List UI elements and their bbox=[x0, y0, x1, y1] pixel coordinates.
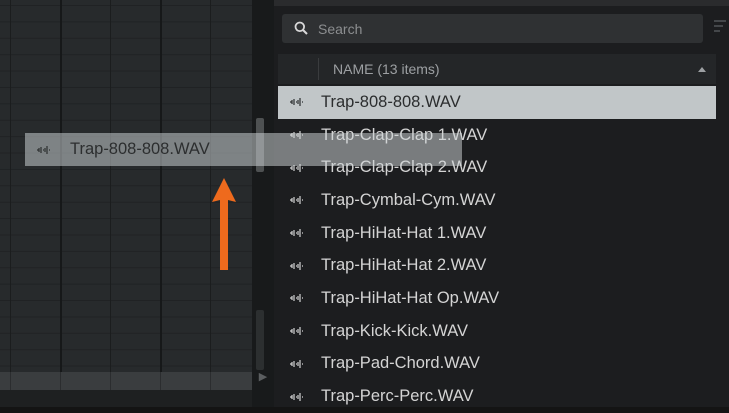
grid-bottom-strip bbox=[0, 390, 252, 407]
audio-waveform-icon bbox=[290, 229, 303, 238]
audio-waveform-icon bbox=[290, 359, 303, 368]
file-row[interactable]: Trap-HiHat-Hat 1.WAV bbox=[278, 217, 716, 250]
search-input[interactable] bbox=[318, 14, 703, 43]
scroll-right-arrow-icon[interactable]: ▶ bbox=[256, 370, 270, 384]
grid-bar-line bbox=[160, 0, 162, 407]
name-column-header[interactable]: NAME (13 items) bbox=[333, 61, 698, 77]
file-row[interactable]: Trap-Perc-Perc.WAV bbox=[278, 380, 716, 413]
search-icon bbox=[282, 14, 318, 43]
file-name: Trap-HiHat-Hat Op.WAV bbox=[321, 288, 500, 307]
file-name: Trap-HiHat-Hat 2.WAV bbox=[321, 256, 487, 275]
file-name: Trap-Cymbal-Cym.WAV bbox=[321, 190, 496, 209]
audio-waveform-icon bbox=[290, 327, 303, 336]
audio-waveform-icon bbox=[290, 294, 303, 303]
file-row[interactable]: Trap-808-808.WAV bbox=[278, 86, 716, 119]
search-box[interactable] bbox=[282, 14, 703, 43]
file-name: Trap-HiHat-Hat 1.WAV bbox=[321, 223, 487, 242]
audio-waveform-icon bbox=[290, 98, 303, 107]
file-row[interactable]: Trap-HiHat-Hat Op.WAV bbox=[278, 282, 716, 315]
drag-ghost: Trap-808-808.WAV bbox=[25, 133, 462, 166]
up-arrow-icon bbox=[212, 178, 236, 270]
panel-top-edge bbox=[274, 0, 729, 6]
vertical-scrollbar-track[interactable] bbox=[256, 310, 264, 370]
grid-bottom-bar bbox=[0, 372, 252, 390]
file-name: Trap-Kick-Kick.WAV bbox=[321, 321, 468, 340]
file-row[interactable]: Trap-HiHat-Hat 2.WAV bbox=[278, 249, 716, 282]
file-row[interactable]: Trap-Pad-Chord.WAV bbox=[278, 348, 716, 381]
file-row[interactable]: Trap-Cymbal-Cym.WAV bbox=[278, 184, 716, 217]
list-header[interactable]: NAME (13 items) bbox=[278, 54, 716, 84]
drag-ghost-label: Trap-808-808.WAV bbox=[70, 140, 210, 158]
file-name: Trap-Perc-Perc.WAV bbox=[321, 387, 474, 406]
audio-waveform-icon bbox=[290, 392, 303, 401]
filter-icon[interactable] bbox=[714, 20, 726, 34]
audio-waveform-icon bbox=[37, 145, 50, 154]
audio-waveform-icon bbox=[290, 261, 303, 270]
audio-waveform-icon bbox=[290, 196, 303, 205]
file-browser-panel: NAME (13 items) Trap-808-808.WAVTrap-Cla… bbox=[274, 0, 729, 407]
grid-bar-line bbox=[60, 0, 62, 407]
file-row[interactable]: Trap-Kick-Kick.WAV bbox=[278, 315, 716, 348]
column-separator bbox=[318, 58, 319, 80]
file-name: Trap-Pad-Chord.WAV bbox=[321, 354, 480, 373]
file-name: Trap-808-808.WAV bbox=[321, 92, 461, 111]
sort-ascending-icon[interactable] bbox=[698, 66, 706, 72]
